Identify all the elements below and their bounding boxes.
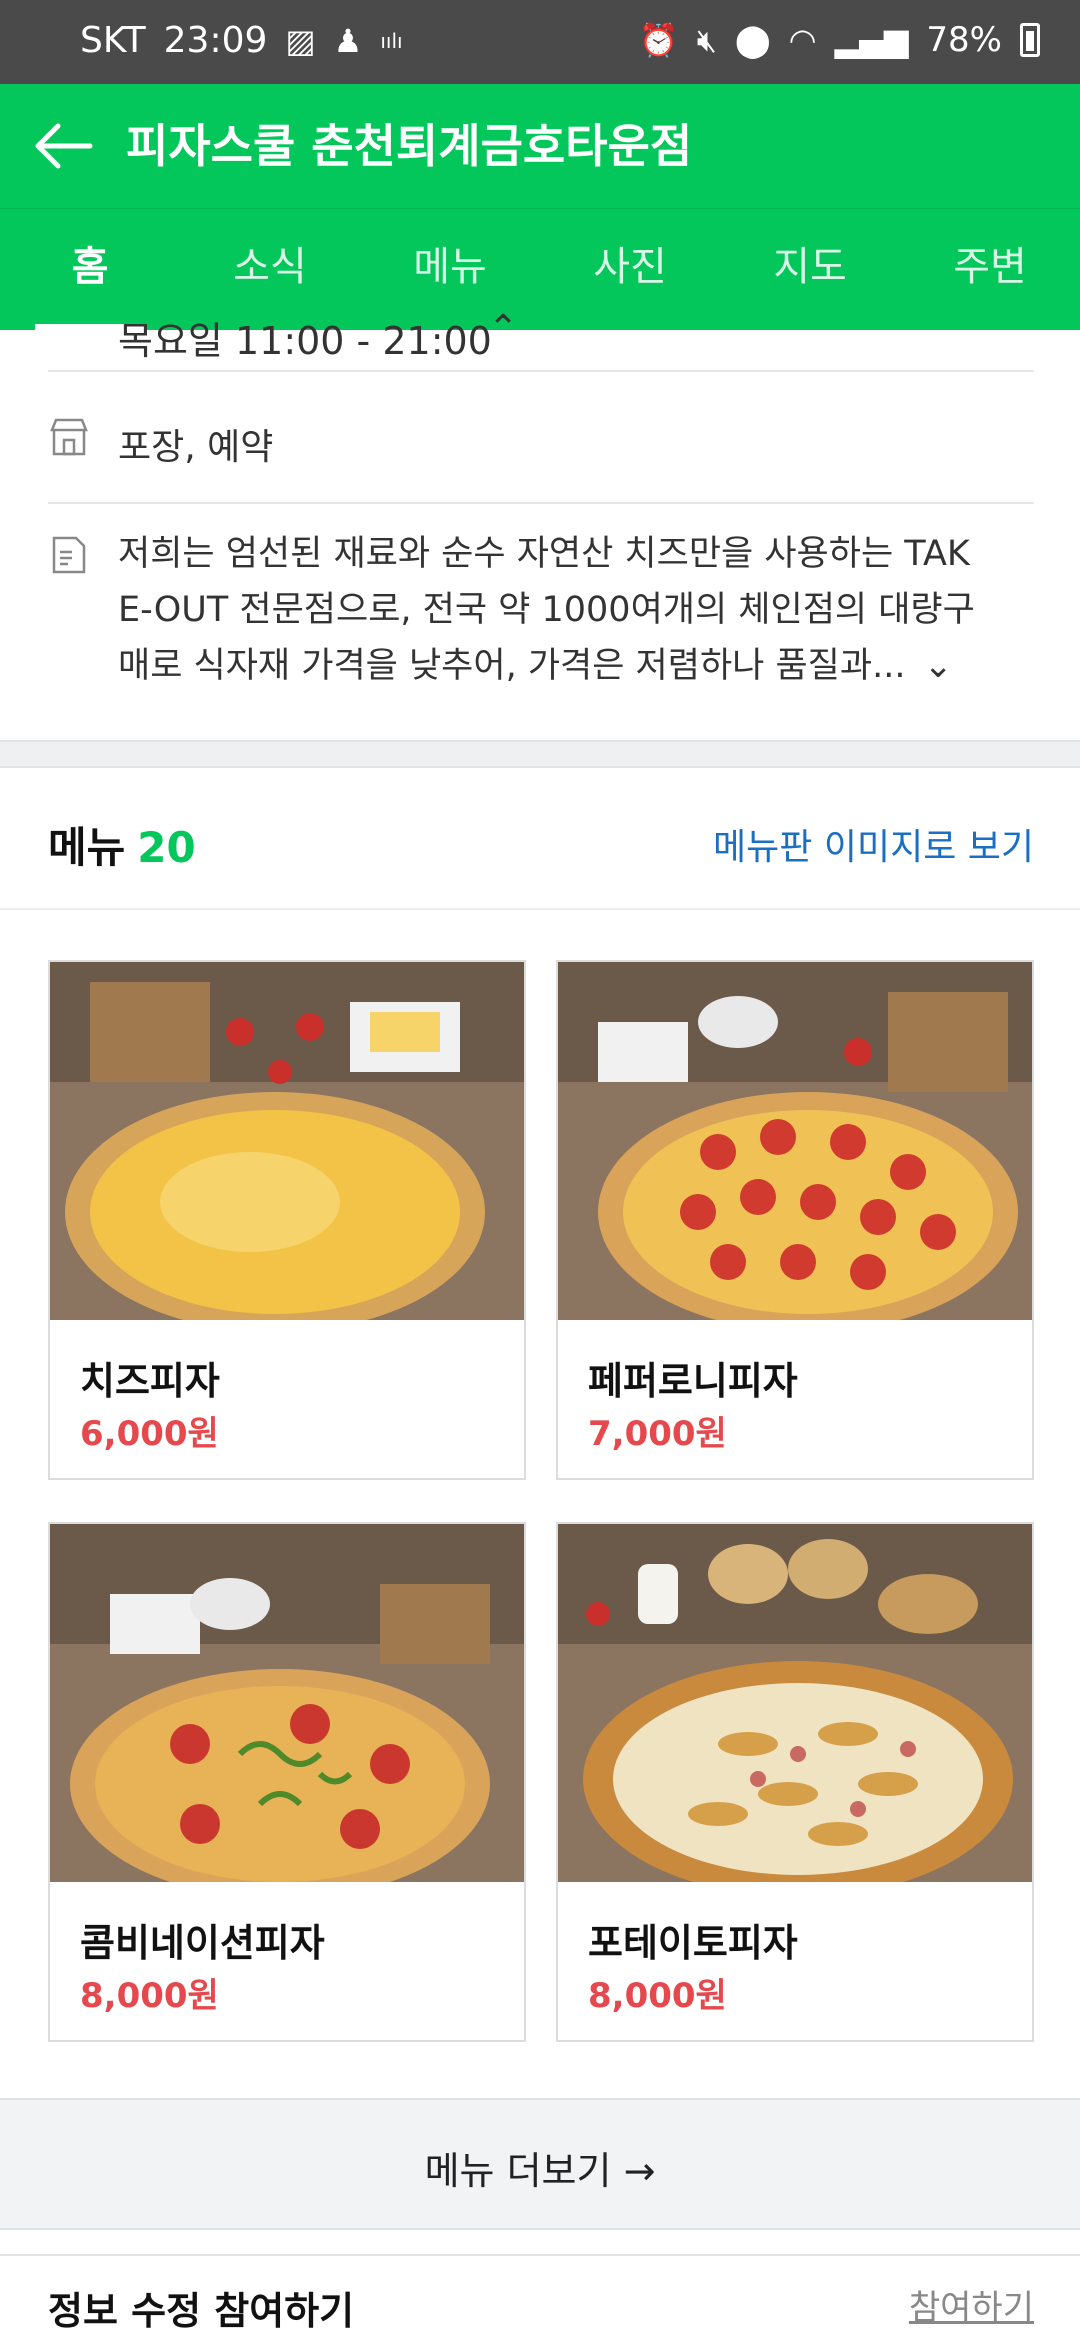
page-title: 피자스쿨 춘천퇴계금호타운점 xyxy=(126,119,693,173)
battery-percent: 78% xyxy=(926,20,1002,60)
menu-photo-combination-pizza xyxy=(50,1524,524,1882)
menu-title: 메뉴 20 xyxy=(48,814,196,875)
menu-card-cheese[interactable]: 치즈피자 6,000원 xyxy=(48,960,526,1480)
menu-count: 20 xyxy=(137,823,196,872)
chevron-up-icon: ⌃ xyxy=(488,308,519,349)
menu-item-price: 8,000원 xyxy=(588,1976,727,2016)
menu-item-name: 콤비네이션피자 xyxy=(80,1921,325,1965)
alarm-icon: ⏰ xyxy=(638,21,679,59)
status-bar: SKT 23:09 ▨ ♟ ıılı ⏰ 🔇︎ ⬤ ◠ ▂▄▆ 78% xyxy=(0,0,1080,84)
app-header: 피자스쿨 춘천퇴계금호타운점 xyxy=(0,84,1080,208)
hours-row[interactable]: 목요일 11:00 - 21:00 ⌃ xyxy=(48,308,1034,372)
menu-item-price: 6,000원 xyxy=(80,1414,219,1454)
menu-item-name: 치즈피자 xyxy=(80,1359,220,1403)
menu-title-label: 메뉴 xyxy=(48,823,126,872)
arrow-right-icon: → xyxy=(623,2149,656,2193)
menu-photo-cheese-pizza xyxy=(50,962,524,1320)
menu-card-potato[interactable]: 포테이토피자 8,000원 xyxy=(556,1522,1034,2042)
description-row[interactable]: 저희는 엄선된 재료와 순수 자연산 치즈만을 사용하는 TAK E-OUT 전… xyxy=(48,504,1034,740)
services-text: 포장, 예약 xyxy=(118,427,274,468)
cell-signal-icon: ▂▄▆ xyxy=(834,21,909,59)
more-menu-band: 메뉴 더보기 → xyxy=(0,2098,1080,2230)
clock: 23:09 xyxy=(163,20,268,61)
menu-item-name: 페퍼로니피자 xyxy=(588,1359,798,1403)
hours-text: 목요일 11:00 - 21:00 xyxy=(118,319,492,363)
participate-link[interactable]: 참여하기 xyxy=(909,2280,1034,2329)
menu-item-price: 8,000원 xyxy=(80,1976,219,2016)
description-line-3: 매로 식자재 가격을 낮추어, 가격은 저렴하나 품질과... ⌄ xyxy=(118,638,975,694)
edit-info-section: 정보 수정 참여하기 참여하기 xyxy=(0,2254,1080,2340)
carrier-label: SKT xyxy=(80,20,146,61)
menu-item-name: 포테이토피자 xyxy=(588,1921,798,1965)
battery-icon xyxy=(1020,23,1040,57)
services-row: 포장, 예약 xyxy=(48,392,1034,504)
description-line-1: 저희는 엄선된 재료와 순수 자연산 치즈만을 사용하는 TAK xyxy=(118,534,970,574)
description-line-2: E-OUT 전문점으로, 전국 약 1000여개의 체인점의 대량구 xyxy=(118,590,975,630)
wifi-icon: ◠ xyxy=(788,21,817,59)
section-divider xyxy=(0,740,1080,768)
back-arrow-icon[interactable] xyxy=(30,114,94,178)
menu-item-price: 7,000원 xyxy=(588,1414,727,1454)
more-menu-label: 메뉴 더보기 xyxy=(424,2149,612,2193)
description-line-3-text: 매로 식자재 가격을 낮추어, 가격은 저렴하나 품질과... xyxy=(118,646,906,686)
chevron-down-icon[interactable]: ⌄ xyxy=(923,638,952,694)
location-icon: ⬤ xyxy=(734,21,771,59)
menu-photo-pepperoni-pizza xyxy=(558,962,1032,1320)
document-icon xyxy=(52,536,86,574)
edit-info-title: 정보 수정 참여하기 xyxy=(48,2289,355,2333)
store-icon xyxy=(50,418,88,456)
description-text: 저희는 엄선된 재료와 순수 자연산 치즈만을 사용하는 TAK E-OUT 전… xyxy=(118,526,975,694)
gallery-icon: ▨ xyxy=(285,21,316,60)
more-menu-button[interactable]: 메뉴 더보기 → xyxy=(0,2140,1080,2195)
notification-icon: ♟ xyxy=(333,21,363,60)
status-right: ⏰ 🔇︎ ⬤ ◠ ▂▄▆ 78% xyxy=(639,20,1040,60)
menu-card-pepperoni[interactable]: 페퍼로니피자 7,000원 xyxy=(556,960,1034,1480)
status-left: SKT 23:09 ▨ ♟ ıılı xyxy=(80,20,403,61)
signal-small-icon: ıılı xyxy=(380,28,403,53)
menu-image-link[interactable]: 메뉴판 이미지로 보기 xyxy=(713,818,1034,870)
menu-photo-potato-pizza xyxy=(558,1524,1032,1882)
menu-card-combination[interactable]: 콤비네이션피자 8,000원 xyxy=(48,1522,526,2042)
menu-header: 메뉴 20 메뉴판 이미지로 보기 xyxy=(0,770,1080,910)
mute-icon: 🔇︎ xyxy=(696,21,717,59)
